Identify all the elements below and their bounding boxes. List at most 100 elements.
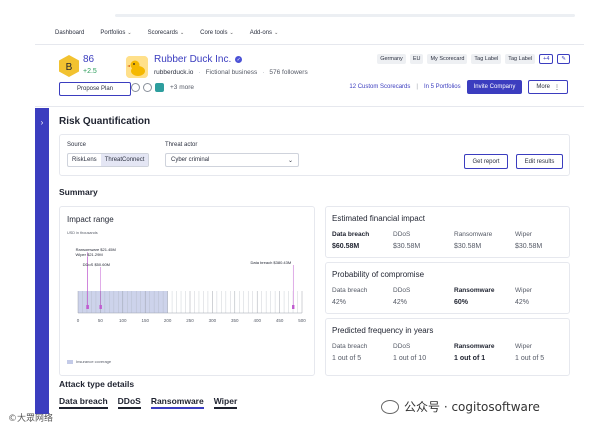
header-actions: 12 Custom Scorecards | In 5 Portfolios I…: [349, 80, 568, 94]
nav-item-scorecards[interactable]: Scorecards ⌄: [148, 30, 185, 36]
frequency-values: Data breach 1 out of 5 DDoS 1 out of 10 Rans…: [332, 343, 563, 362]
edit-tags-icon[interactable]: ✎: [557, 54, 570, 64]
frequency-column-header: Data breach: [332, 343, 368, 350]
chevron-right-icon: ›: [40, 118, 44, 127]
globe-icon[interactable]: [131, 83, 140, 92]
chevron-down-icon: ⌄: [127, 30, 132, 36]
financial-column-header: DDoS: [393, 231, 411, 238]
probability-column: DDoS 42%: [393, 287, 454, 306]
get-report-button[interactable]: Get report: [464, 154, 508, 169]
tag-chip[interactable]: Germany: [377, 54, 406, 64]
attack-tab-data-breach[interactable]: Data breach: [59, 396, 108, 409]
edit-results-button[interactable]: Edit results: [516, 154, 563, 169]
meta-separator: ·: [262, 69, 265, 76]
nav-item-add-ons[interactable]: Add-ons ⌄: [250, 30, 279, 36]
attack-type-tabs: Data breach DDoS Ransomware Wiper: [59, 396, 238, 409]
company-type: Fictional business: [205, 69, 258, 76]
nav-item-dashboard[interactable]: Dashboard: [55, 30, 84, 36]
data-marker: [292, 305, 295, 309]
attack-tab-ddos[interactable]: DDoS: [117, 396, 141, 409]
probability-column: Data breach 42%: [332, 287, 393, 306]
x-tick-label: 500: [298, 318, 306, 323]
company-url[interactable]: rubberduck.io: [154, 69, 193, 76]
probability-column: Ransomware 60%: [454, 287, 515, 306]
tag-more[interactable]: +4: [539, 54, 554, 64]
legend-swatch: [67, 359, 73, 364]
chevron-down-icon: ⌄: [287, 157, 293, 164]
threat-actor-select[interactable]: Cyber criminal ⌄: [165, 153, 299, 167]
custom-scorecards-link[interactable]: 12 Custom Scorecards: [349, 84, 410, 90]
watermark-right: 公众号 · cogitosoftware: [381, 398, 540, 415]
x-tick-label: 450: [276, 318, 284, 323]
nav-divider: [35, 44, 584, 45]
financial-column: DDoS $30.58M: [393, 231, 454, 250]
probability-title: Probability of compromise: [332, 270, 425, 279]
social-links: +3 more: [131, 83, 194, 92]
frequency-column-value: 1 out of 5: [332, 355, 362, 362]
propose-plan-button[interactable]: Propose Plan: [59, 82, 131, 96]
financial-column-value: $30.58M: [454, 243, 482, 250]
grade-badge: B: [59, 55, 79, 77]
top-nav: Dashboard Portfolios ⌄ Scorecards ⌄ Core tool…: [55, 24, 278, 42]
chart-legend: Insurance coverage: [67, 359, 111, 364]
tag-chip[interactable]: Tag Label: [471, 54, 502, 64]
top-stripe: [115, 14, 575, 17]
financial-impact-title: Estimated financial impact: [332, 214, 425, 223]
financial-column: Wiper $30.58M: [515, 231, 571, 250]
frequency-column-value: 1 out of 5: [515, 355, 545, 362]
source-label: Source: [67, 142, 87, 148]
data-label: DDoS $50.60M: [83, 262, 110, 267]
company-name[interactable]: Rubber Duck Inc. ✓: [154, 54, 243, 65]
financial-impact-card: Estimated financial impact Data breach $6…: [325, 206, 570, 258]
grade-hexagon-icon: B: [59, 55, 79, 77]
financial-column-header: Ransomware: [454, 231, 493, 238]
tag-chip[interactable]: My Scorecard: [427, 54, 468, 64]
nav-item-portfolios[interactable]: Portfolios ⌄: [100, 30, 131, 36]
data-marker: [99, 305, 102, 309]
impact-range-chart: 0 50 100 150 200 250 300 350 400 450 500Ransomware…: [76, 247, 307, 323]
source-option-threatconnect[interactable]: ThreatConnect: [100, 154, 149, 166]
financial-impact-values: Data breach $60.58M DDoS $30.58M Ransomware $…: [332, 231, 563, 250]
financial-column-value: $60.58M: [332, 243, 360, 250]
frequency-column-value: 1 out of 1: [454, 355, 486, 362]
financial-column-value: $30.58M: [393, 243, 421, 250]
nav-item-label: Add-ons: [249, 30, 273, 36]
frequency-column: Wiper 1 out of 5: [515, 343, 571, 362]
tag-chip[interactable]: EU: [409, 54, 424, 64]
rubber-duck-icon: [126, 56, 148, 78]
financial-column: Ransomware $30.58M: [454, 231, 515, 250]
nav-item-core-tools[interactable]: Core tools ⌄: [200, 30, 234, 36]
probability-column-value: 42%: [393, 299, 408, 306]
threat-actor-label: Threat actor: [165, 142, 198, 148]
company-followers: 576 followers: [269, 69, 308, 76]
attack-tab-wiper[interactable]: Wiper: [213, 396, 238, 409]
x-tick-label: 100: [119, 318, 127, 323]
attack-tab-ransomware[interactable]: Ransomware: [150, 396, 204, 409]
more-button[interactable]: More ⋮: [528, 80, 568, 94]
watermark-right-text: 公众号 · cogitosoftware: [404, 400, 540, 414]
security-score: 86: [83, 54, 95, 65]
sidebar-toggle[interactable]: ›: [35, 108, 49, 414]
probability-column-value: 42%: [515, 299, 530, 306]
attack-type-title: Attack type details: [59, 379, 135, 389]
frequency-column: Data breach 1 out of 5: [332, 343, 393, 362]
frequency-card: Predicted frequency in years Data breach…: [325, 318, 570, 376]
impact-range-card: Impact range USD in thousands 0 50 100 150 2…: [59, 206, 315, 376]
probability-column-header: Ransomware: [454, 287, 495, 294]
invite-company-button[interactable]: Invite Company: [466, 80, 523, 94]
page-title: Risk Quantification: [59, 116, 151, 127]
tag-chip[interactable]: Tag Label: [505, 54, 536, 64]
probability-column-value: 42%: [332, 299, 347, 306]
more-links[interactable]: +3 more: [170, 84, 194, 91]
financial-column-header: Data breach: [332, 231, 370, 238]
probability-column-header: Data breach: [332, 287, 368, 294]
verified-icon: ✓: [235, 56, 243, 63]
linkedin-icon[interactable]: [143, 83, 152, 92]
source-option-risklens[interactable]: RiskLens: [68, 154, 101, 166]
meta-separator: ·: [198, 69, 201, 76]
twitter-icon[interactable]: [155, 83, 164, 92]
x-tick-label: 200: [164, 318, 172, 323]
frequency-column-header: DDoS: [393, 343, 411, 350]
watermark-left: ©大眾网络: [8, 414, 54, 424]
portfolios-link[interactable]: In 5 Portfolios: [424, 84, 461, 90]
